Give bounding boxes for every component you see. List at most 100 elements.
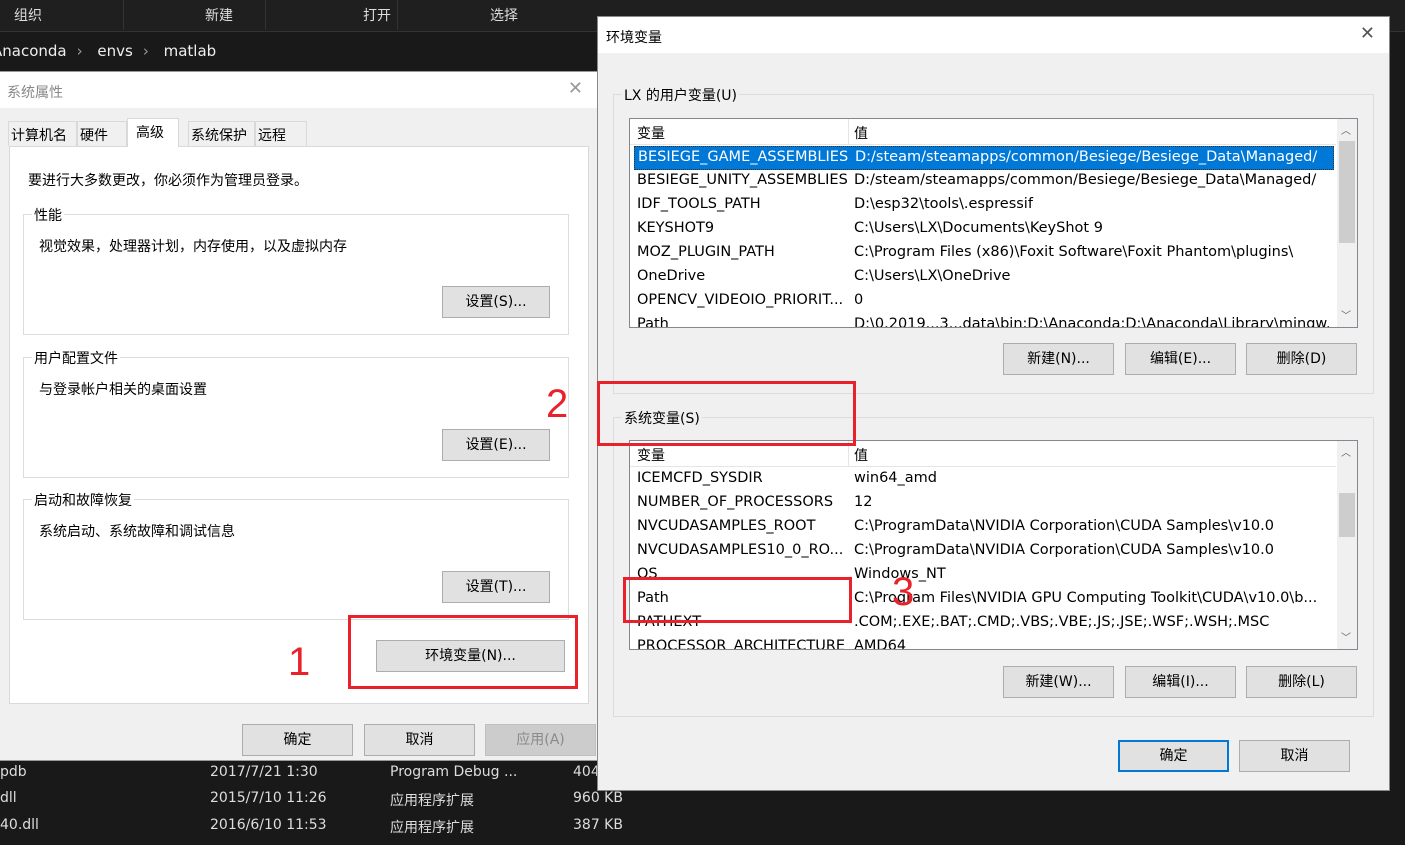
- user-variables-list[interactable]: 变量 值 BESIEGE_GAME_ASSEMBLIES D:/steam/ste…: [629, 118, 1358, 328]
- system-edit-button[interactable]: 编辑(I)...: [1125, 666, 1236, 698]
- annotation-box-1: [348, 615, 578, 689]
- variable-value: D:\0.2019...3...data\bin;D:\Anaconda;D:\…: [854, 316, 1332, 328]
- variable-row[interactable]: ICEMCFD_SYSDIR win64_amd: [634, 468, 1334, 492]
- variable-value: C:\Users\LX\OneDrive: [854, 268, 1011, 284]
- apply-button[interactable]: 应用(A): [485, 724, 596, 756]
- variable-name: KEYSHOT9: [637, 220, 715, 236]
- annotation-box-3: [623, 577, 852, 623]
- cancel-button[interactable]: 取消: [364, 724, 475, 756]
- variable-name: BESIEGE_GAME_ASSEMBLIES: [638, 149, 849, 165]
- variable-name: Path: [637, 316, 669, 328]
- startup-settings-button[interactable]: 设置(T)...: [442, 571, 550, 603]
- scrollbar-thumb[interactable]: [1339, 141, 1355, 243]
- system-delete-button[interactable]: 删除(L): [1246, 666, 1357, 698]
- user-profiles-settings-button[interactable]: 设置(E)...: [442, 429, 550, 461]
- variable-row[interactable]: IDF_TOOLS_PATH D:\esp32\tools\.espressif: [634, 194, 1334, 218]
- chevron-right-icon: ›: [142, 42, 149, 60]
- annotation-box-2: [597, 381, 856, 446]
- variable-name: NUMBER_OF_PROCESSORS: [637, 494, 834, 510]
- file-name: pdb: [0, 764, 27, 780]
- file-size: 387 KB: [573, 817, 623, 833]
- user-edit-button[interactable]: 编辑(E)...: [1125, 343, 1236, 375]
- tab-computer-name[interactable]: 计算机名: [8, 121, 77, 146]
- annotation-number-3: 3: [892, 570, 915, 614]
- file-type: Program Debug ...: [390, 764, 518, 780]
- tab-advanced[interactable]: 高级: [127, 118, 179, 147]
- variable-row[interactable]: NVCUDASAMPLES_ROOT C:\ProgramData\NVIDIA …: [634, 516, 1334, 540]
- toolbar-new[interactable]: 新建: [205, 5, 233, 25]
- breadcrumb-envs[interactable]: envs: [97, 42, 132, 60]
- toolbar-select[interactable]: 选择: [490, 5, 518, 25]
- variable-value: D:/steam/steamapps/common/Besiege/Besieg…: [854, 172, 1317, 188]
- variable-value: D:/steam/steamapps/common/Besiege/Besieg…: [855, 149, 1318, 165]
- startup-recovery-group: 启动和故障恢复 系统启动、系统故障和调试信息 设置(T)...: [23, 490, 569, 620]
- toolbar-separator: [265, 0, 266, 30]
- toolbar-open[interactable]: 打开: [363, 5, 391, 25]
- user-profiles-group: 用户配置文件 与登录帐户相关的桌面设置 设置(E)...: [23, 348, 569, 478]
- column-value[interactable]: 值: [854, 445, 868, 465]
- variable-name: IDF_TOOLS_PATH: [637, 196, 761, 212]
- file-date: 2016/6/10 11:53: [210, 817, 327, 833]
- variable-row[interactable]: NVCUDASAMPLES10_0_RO... C:\ProgramData\NV…: [634, 540, 1334, 564]
- group-label: 性能: [32, 205, 64, 225]
- variable-row[interactable]: BESIEGE_GAME_ASSEMBLIES D:/steam/steamapp…: [634, 146, 1334, 170]
- variable-value: C:\ProgramData\NVIDIA Corporation\CUDA S…: [854, 518, 1274, 534]
- group-label: 启动和故障恢复: [32, 490, 134, 510]
- variable-row[interactable]: Path D:\0.2019...3...data\bin;D:\Anaconda…: [634, 314, 1334, 328]
- toolbar-separator: [397, 0, 398, 30]
- scroll-up-icon[interactable]: ︿: [1341, 444, 1351, 459]
- variable-row[interactable]: OneDrive C:\Users\LX\OneDrive: [634, 266, 1334, 290]
- breadcrumb-anaconda[interactable]: Anaconda: [0, 42, 67, 60]
- tab-hardware[interactable]: 硬件: [77, 121, 127, 146]
- scroll-up-icon[interactable]: ︿: [1341, 122, 1351, 137]
- tab-system-protection[interactable]: 系统保护: [188, 121, 255, 146]
- system-new-button[interactable]: 新建(W)...: [1003, 666, 1114, 698]
- variable-row[interactable]: BESIEGE_UNITY_ASSEMBLIES D:/steam/steamap…: [634, 170, 1334, 194]
- variable-value: Windows_NT: [854, 566, 946, 582]
- variable-name: OneDrive: [637, 268, 706, 284]
- scroll-down-icon[interactable]: ﹀: [1341, 629, 1351, 644]
- toolbar-organize[interactable]: 组织: [14, 5, 42, 25]
- breadcrumb: Anaconda › envs › matlab: [0, 33, 600, 71]
- file-date: 2017/7/21 1:30: [210, 764, 318, 780]
- close-icon[interactable]: ✕: [568, 78, 583, 99]
- ok-button[interactable]: 确定: [1118, 740, 1229, 772]
- admin-note: 要进行大多数更改，你必须作为管理员登录。: [28, 173, 308, 189]
- variable-name: OPENCV_VIDEOIO_PRIORIT...: [637, 292, 844, 308]
- variable-row[interactable]: KEYSHOT9 C:\Users\LX\Documents\KeyShot 9: [634, 218, 1334, 242]
- variable-value: 12: [854, 494, 873, 510]
- variable-value: D:\esp32\tools\.espressif: [854, 196, 1033, 212]
- file-type: 应用程序扩展: [390, 793, 474, 809]
- performance-settings-button[interactable]: 设置(S)...: [442, 286, 550, 318]
- group-desc: 与登录帐户相关的桌面设置: [39, 382, 207, 398]
- toolbar-separator: [123, 0, 124, 30]
- column-variable[interactable]: 变量: [637, 445, 665, 465]
- user-new-button[interactable]: 新建(N)...: [1003, 343, 1114, 375]
- tab-remote[interactable]: 远程: [255, 121, 307, 146]
- close-icon[interactable]: ✕: [1360, 23, 1375, 44]
- variable-name: BESIEGE_UNITY_ASSEMBLIES: [637, 172, 848, 188]
- scroll-down-icon[interactable]: ﹀: [1341, 307, 1351, 322]
- ok-button[interactable]: 确定: [242, 724, 353, 756]
- variable-row[interactable]: PROCESSOR_ARCHITECTURE AMD64: [634, 636, 1334, 649]
- scrollbar[interactable]: ︿ ﹀: [1337, 441, 1357, 649]
- file-type: 应用程序扩展: [390, 820, 474, 836]
- group-label: 用户配置文件: [32, 348, 120, 368]
- cancel-button[interactable]: 取消: [1239, 740, 1350, 772]
- list-header: 变量 值: [630, 119, 1336, 145]
- column-variable[interactable]: 变量: [637, 123, 665, 143]
- performance-group: 性能 视觉效果，处理器计划，内存使用，以及虚拟内存 设置(S)...: [23, 205, 569, 335]
- variable-row[interactable]: OPENCV_VIDEOIO_PRIORIT... 0: [634, 290, 1334, 314]
- scrollbar-thumb[interactable]: [1339, 493, 1355, 537]
- variable-row[interactable]: MOZ_PLUGIN_PATH C:\Program Files (x86)\Fo…: [634, 242, 1334, 266]
- user-delete-button[interactable]: 删除(D): [1246, 343, 1357, 375]
- group-desc: 视觉效果，处理器计划，内存使用，以及虚拟内存: [39, 239, 347, 255]
- file-size: 404: [573, 764, 600, 780]
- scrollbar[interactable]: ︿ ﹀: [1337, 119, 1357, 327]
- group-label: LX 的用户变量(U): [622, 85, 740, 105]
- breadcrumb-matlab[interactable]: matlab: [164, 42, 217, 60]
- column-divider[interactable]: [848, 119, 849, 145]
- variable-name: MOZ_PLUGIN_PATH: [637, 244, 775, 260]
- variable-row[interactable]: NUMBER_OF_PROCESSORS 12: [634, 492, 1334, 516]
- column-value[interactable]: 值: [854, 123, 868, 143]
